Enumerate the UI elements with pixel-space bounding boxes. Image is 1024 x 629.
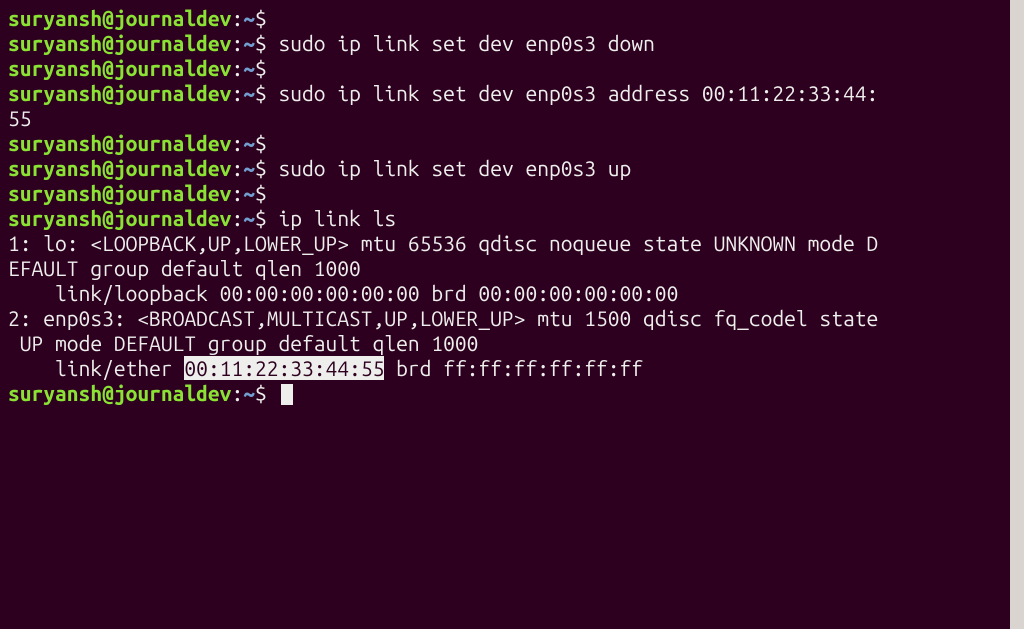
command-text: sudo ip link set dev enp0s3 down (279, 31, 655, 55)
prompt-path: ~ (243, 56, 255, 80)
output-line: link/ether (8, 356, 184, 380)
prompt-sep: : (231, 31, 243, 55)
prompt-sep: : (231, 131, 243, 155)
prompt-line: suryansh@journaldev:~$ (8, 381, 267, 405)
prompt-sep: : (231, 56, 243, 80)
prompt-user: suryansh@journaldev (8, 56, 231, 80)
command-text: sudo ip link set dev enp0s3 address 00:1… (279, 81, 879, 105)
terminal-output[interactable]: suryansh@journaldev:~$ suryansh@journald… (8, 6, 1016, 406)
prompt-user: suryansh@journaldev (8, 6, 231, 30)
prompt-end: $ (255, 56, 267, 80)
prompt-end: $ (255, 6, 267, 30)
prompt-user: suryansh@journaldev (8, 131, 231, 155)
prompt-path: ~ (243, 156, 255, 180)
prompt-user: suryansh@journaldev (8, 81, 231, 105)
prompt-line: suryansh@journaldev:~$ (8, 181, 267, 205)
prompt-user: suryansh@journaldev (8, 156, 231, 180)
output-line: 1: lo: <LOOPBACK,UP,LOWER_UP> mtu 65536 … (8, 231, 878, 255)
prompt-path: ~ (243, 81, 255, 105)
prompt-end: $ (255, 381, 267, 405)
prompt-path: ~ (243, 206, 255, 230)
prompt-line: suryansh@journaldev:~$ (8, 31, 267, 55)
prompt-end: $ (255, 156, 267, 180)
prompt-path: ~ (243, 31, 255, 55)
prompt-end: $ (255, 131, 267, 155)
command-text: sudo ip link set dev enp0s3 up (279, 156, 632, 180)
prompt-user: suryansh@journaldev (8, 206, 231, 230)
prompt-user: suryansh@journaldev (8, 31, 231, 55)
prompt-path: ~ (243, 381, 255, 405)
prompt-user: suryansh@journaldev (8, 181, 231, 205)
output-line: link/loopback 00:00:00:00:00:00 brd 00:0… (8, 281, 678, 305)
prompt-line: suryansh@journaldev:~$ (8, 81, 267, 105)
prompt-line: suryansh@journaldev:~$ (8, 156, 267, 180)
prompt-line: suryansh@journaldev:~$ (8, 206, 267, 230)
prompt-sep: : (231, 156, 243, 180)
scrollbar[interactable] (1010, 0, 1024, 629)
prompt-line: suryansh@journaldev:~$ (8, 131, 267, 155)
prompt-path: ~ (243, 131, 255, 155)
prompt-line: suryansh@journaldev:~$ (8, 56, 267, 80)
prompt-sep: : (231, 6, 243, 30)
prompt-sep: : (231, 381, 243, 405)
output-line: UP mode DEFAULT group default qlen 1000 (8, 331, 478, 355)
command-text: ip link ls (279, 206, 397, 230)
prompt-path: ~ (243, 181, 255, 205)
prompt-path: ~ (243, 6, 255, 30)
prompt-user: suryansh@journaldev (8, 381, 231, 405)
prompt-sep: : (231, 181, 243, 205)
prompt-end: $ (255, 181, 267, 205)
prompt-line: suryansh@journaldev:~$ (8, 6, 267, 30)
prompt-end: $ (255, 81, 267, 105)
output-line: brd ff:ff:ff:ff:ff:ff (384, 356, 643, 380)
prompt-end: $ (255, 31, 267, 55)
cursor-icon (281, 384, 293, 405)
output-line: 2: enp0s3: <BROADCAST,MULTICAST,UP,LOWER… (8, 306, 878, 330)
highlighted-mac: 00:11:22:33:44:55 (184, 356, 384, 380)
prompt-sep: : (231, 81, 243, 105)
command-wrap: 55 (8, 106, 32, 130)
output-line: EFAULT group default qlen 1000 (8, 256, 361, 280)
prompt-sep: : (231, 206, 243, 230)
prompt-end: $ (255, 206, 267, 230)
